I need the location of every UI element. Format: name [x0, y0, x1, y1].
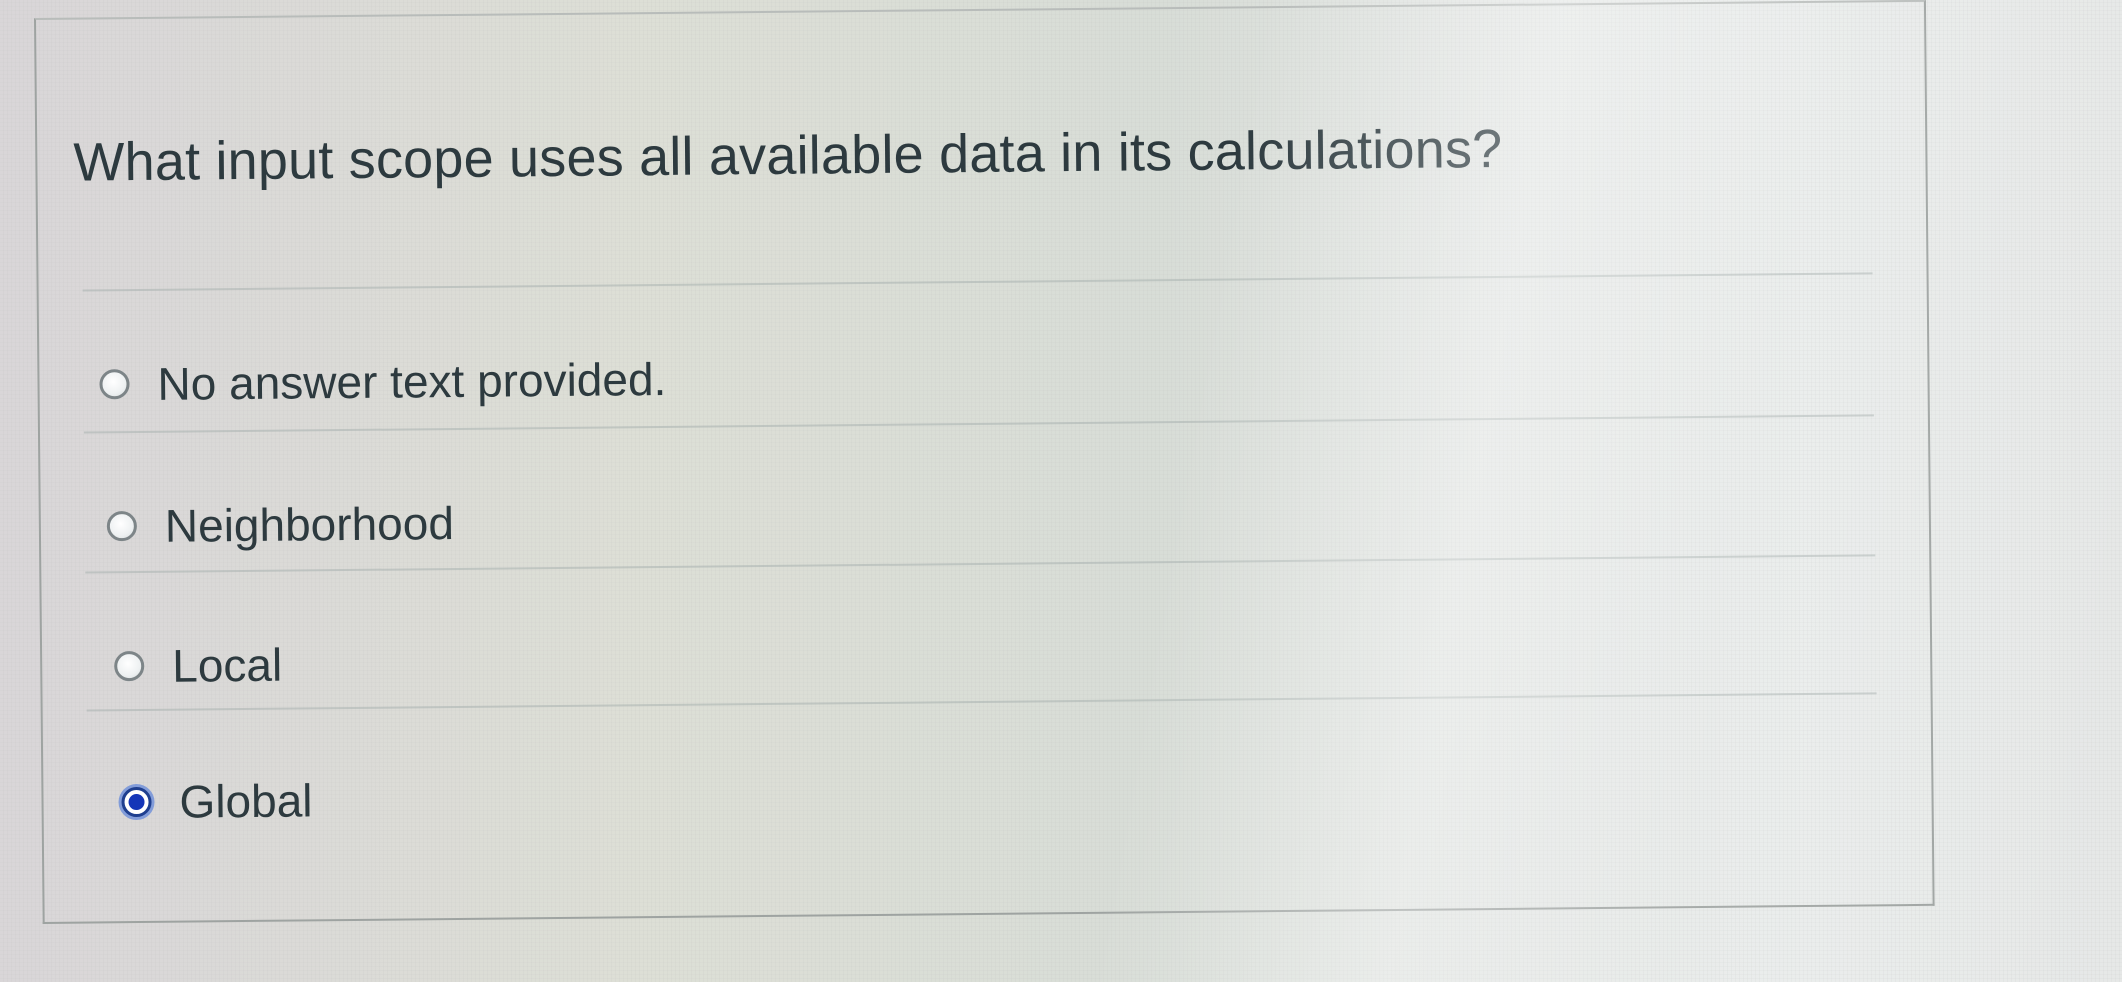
radio-selected-icon[interactable] [121, 786, 152, 818]
answer-option-global[interactable]: Global [121, 773, 313, 829]
answer-option-local[interactable]: Local [114, 638, 282, 694]
answer-label: Local [171, 638, 283, 692]
divider [82, 272, 1873, 292]
question-text: What input scope uses all available data… [73, 118, 1503, 193]
answer-label: Neighborhood [164, 496, 455, 552]
answer-label: Global [179, 774, 313, 828]
radio-unselected-icon[interactable] [106, 511, 138, 542]
answer-label: No answer text provided. [157, 352, 667, 410]
answer-option-neighborhood[interactable]: Neighborhood [106, 496, 455, 553]
divider [86, 692, 1877, 712]
answer-option-no-answer[interactable]: No answer text provided. [99, 352, 667, 411]
divider [85, 554, 1876, 574]
radio-unselected-icon[interactable] [114, 650, 145, 682]
radio-unselected-icon[interactable] [99, 369, 130, 400]
quiz-question-card: What input scope uses all available data… [34, 0, 1935, 924]
divider [83, 414, 1874, 434]
